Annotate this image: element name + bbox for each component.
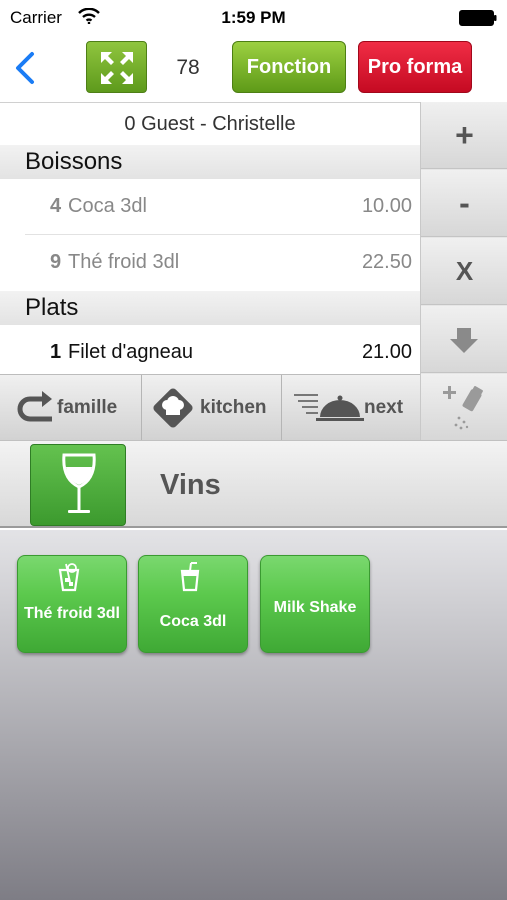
back-button[interactable] xyxy=(10,48,40,88)
arrow-down-icon xyxy=(450,328,478,353)
iced-tea-icon xyxy=(58,563,80,592)
line-quantity: 1 xyxy=(50,341,62,363)
line-quantity: 4 xyxy=(50,195,62,217)
increase-button[interactable]: + xyxy=(421,102,507,169)
kitchen-label: kitchen xyxy=(200,397,267,418)
kitchen-button[interactable]: kitchen xyxy=(142,375,282,441)
line-quantity: 9 xyxy=(50,251,62,273)
line-name: Filet d'agneau xyxy=(68,341,194,363)
fonction-button[interactable]: Fonction xyxy=(232,41,346,93)
send-down-button[interactable] xyxy=(421,306,507,373)
battery-icon xyxy=(459,10,497,26)
product-tile[interactable]: Milk Shake xyxy=(260,555,370,653)
nav-bar: 78 Fonction Pro forma xyxy=(0,36,507,102)
famille-label: famille xyxy=(57,397,118,418)
fullscreen-button[interactable] xyxy=(86,41,147,93)
action-bar: famille kitchen next xyxy=(0,374,420,441)
order-line[interactable]: 4 Coca 3dl 10.00 xyxy=(25,179,420,235)
famille-button[interactable]: famille xyxy=(0,375,142,441)
section-header-plats: Plats xyxy=(0,291,420,325)
order-count: 78 xyxy=(176,56,200,79)
salt-shaker-plus-icon xyxy=(443,386,483,430)
order-list: 0 Guest - Christelle Boissons 4 Coca 3dl… xyxy=(0,102,420,374)
add-seasoning-button[interactable] xyxy=(421,374,507,440)
cloche-icon xyxy=(294,394,364,421)
product-grid: Thé froid 3dl Coca 3dl Milk Shake xyxy=(0,530,507,900)
back-arrow-icon xyxy=(17,391,52,422)
order-line[interactable]: 1 Filet d'agneau 21.00 xyxy=(25,325,420,374)
delete-button[interactable]: X xyxy=(421,238,507,305)
line-name: Coca 3dl xyxy=(68,195,147,217)
decrease-button[interactable]: - xyxy=(421,170,507,237)
product-label: Coca 3dl xyxy=(159,613,227,630)
category-title: Vins xyxy=(160,469,221,501)
quantity-controls: + - X xyxy=(420,102,507,440)
product-tile[interactable]: Coca 3dl xyxy=(138,555,248,653)
expand-arrows-icon xyxy=(101,52,133,84)
guest-header: 0 Guest - Christelle xyxy=(0,103,420,145)
status-bar: Carrier 1:59 PM xyxy=(0,0,507,36)
category-bar: Vins xyxy=(0,440,507,528)
order-line[interactable]: 9 Thé froid 3dl 22.50 xyxy=(25,235,420,291)
line-price: 10.00 xyxy=(361,195,412,217)
category-button-vins[interactable] xyxy=(30,444,126,526)
product-label: Milk Shake xyxy=(273,599,357,616)
wine-glass-icon xyxy=(62,453,96,513)
next-button[interactable]: next xyxy=(282,375,420,441)
chevron-left-icon xyxy=(16,52,34,84)
clock: 1:59 PM xyxy=(221,8,286,27)
chef-hat-icon xyxy=(153,388,193,428)
line-price: 22.50 xyxy=(361,251,412,273)
soda-cup-icon xyxy=(180,562,200,592)
line-price: 21.00 xyxy=(361,341,412,363)
product-tile[interactable]: Thé froid 3dl xyxy=(17,555,127,653)
pro-forma-button[interactable]: Pro forma xyxy=(358,41,472,93)
section-header-boissons: Boissons xyxy=(0,145,420,179)
line-name: Thé froid 3dl xyxy=(68,251,180,273)
next-label: next xyxy=(364,397,404,418)
product-label: Thé froid 3dl xyxy=(24,605,120,622)
